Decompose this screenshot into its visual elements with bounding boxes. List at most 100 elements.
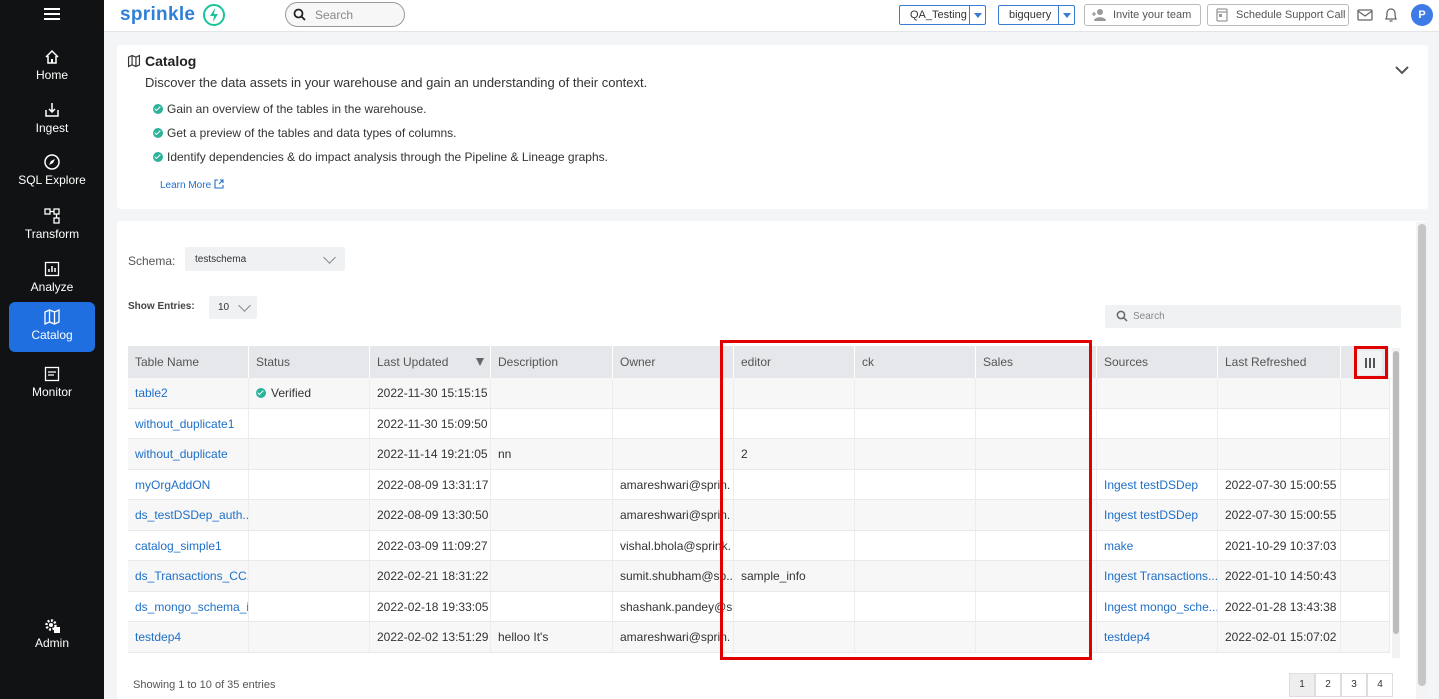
- schedule-support-call-button[interactable]: Schedule Support Call: [1207, 4, 1349, 26]
- chevron-down-icon: [969, 6, 985, 24]
- sidebar-item-catalog[interactable]: Catalog: [9, 302, 95, 352]
- cell-refreshed: 2022-01-28 13:43:38: [1218, 591, 1341, 622]
- cell-description: [491, 561, 613, 591]
- cell-name[interactable]: ds_mongo_schema_i...: [128, 591, 249, 622]
- learn-more-link[interactable]: Learn More: [160, 179, 224, 191]
- add-user-icon: [1092, 9, 1106, 21]
- cell-sources[interactable]: Ingest testDSDep: [1097, 500, 1218, 530]
- cell-refreshed: [1218, 439, 1341, 469]
- cell-updated: 2022-11-30 15:15:15: [370, 378, 491, 408]
- cell-sources[interactable]: Ingest Transactions...: [1097, 561, 1218, 591]
- cell-refreshed: [1218, 408, 1341, 439]
- cell-blank: [1341, 378, 1390, 408]
- sidebar-item-label: Home: [35, 68, 68, 82]
- feature-bullet: Identify dependencies & do impact analys…: [153, 150, 608, 164]
- warehouse-dropdown[interactable]: bigquery: [998, 5, 1075, 25]
- invite-team-button[interactable]: Invite your team: [1084, 4, 1201, 26]
- page-button-2[interactable]: 2: [1315, 673, 1341, 697]
- column-header-last-updated[interactable]: Last Updated: [370, 346, 491, 378]
- sidebar-item-admin[interactable]: Admin: [9, 610, 95, 660]
- feature-bullet: Gain an overview of the tables in the wa…: [153, 102, 427, 116]
- calendar-icon: [1216, 8, 1228, 22]
- cell-name[interactable]: table2: [128, 378, 249, 408]
- lightning-bolt-icon[interactable]: [202, 3, 226, 27]
- schema-select[interactable]: testschema: [185, 247, 345, 271]
- global-search-input[interactable]: Search: [285, 2, 405, 27]
- table-scrollbar-thumb[interactable]: [1393, 351, 1399, 634]
- map-icon: [127, 54, 141, 68]
- page-button-4[interactable]: 4: [1367, 673, 1393, 697]
- cell-owner: shashank.pandey@s...: [613, 591, 734, 622]
- cell-updated: 2022-02-21 18:31:22: [370, 561, 491, 591]
- sidebar-item-sql-explore[interactable]: SQL Explore: [9, 147, 95, 197]
- sprinkle-logo[interactable]: sprinkle: [120, 4, 195, 26]
- cell-sources[interactable]: make: [1097, 530, 1218, 561]
- cell-name[interactable]: without_duplicate1: [128, 408, 249, 439]
- sidebar-item-transform[interactable]: Transform: [9, 201, 95, 251]
- column-header-status[interactable]: Status: [249, 346, 370, 378]
- table-scrollbar[interactable]: [1392, 348, 1400, 658]
- cell-description: [491, 408, 613, 439]
- cell-owner: [613, 408, 734, 439]
- cell-name[interactable]: myOrgAddON: [128, 469, 249, 500]
- sidebar-item-label: Catalog: [31, 328, 73, 342]
- sidebar-item-analyze[interactable]: Analyze: [9, 254, 95, 304]
- page-button-3[interactable]: 3: [1341, 673, 1367, 697]
- bell-icon[interactable]: [1382, 6, 1400, 24]
- hamburger-menu-icon[interactable]: [44, 8, 60, 22]
- cell-sources: [1097, 378, 1218, 408]
- cell-status: [249, 469, 370, 500]
- collapse-chevron-icon[interactable]: [1394, 63, 1410, 77]
- cell-name[interactable]: testdep4: [128, 622, 249, 652]
- page-button-1[interactable]: 1: [1289, 673, 1315, 697]
- cell-refreshed: 2022-01-10 14:50:43: [1218, 561, 1341, 591]
- cell-name[interactable]: ds_Transactions_CC...: [128, 561, 249, 591]
- cell-name[interactable]: without_duplicate: [128, 439, 249, 469]
- column-header-table-name[interactable]: Table Name: [128, 346, 249, 378]
- cell-sources: [1097, 439, 1218, 469]
- workspace-dropdown[interactable]: QA_Testing: [899, 5, 986, 25]
- cell-description: helloo It's: [491, 622, 613, 652]
- column-header-description[interactable]: Description: [491, 346, 613, 378]
- cell-status: Verified: [249, 378, 370, 408]
- sidebar-item-label: Monitor: [31, 385, 72, 399]
- sidebar: Home Ingest SQL Explore Transform Analyz…: [0, 0, 104, 699]
- page-title: Catalog: [145, 53, 197, 69]
- column-header-owner[interactable]: Owner: [613, 346, 734, 378]
- check-circle-icon: [153, 104, 163, 114]
- cell-status: [249, 439, 370, 469]
- admin-gear-icon: [45, 619, 60, 633]
- sidebar-item-ingest[interactable]: Ingest: [9, 95, 95, 145]
- page-scrollbar[interactable]: [1416, 222, 1428, 699]
- mail-icon[interactable]: [1356, 6, 1374, 24]
- check-circle-icon: [153, 128, 163, 138]
- map-icon: [44, 308, 60, 326]
- cell-owner: vishal.bhola@sprink.: [613, 530, 734, 561]
- cell-owner: [613, 378, 734, 408]
- column-header-last-refreshed[interactable]: Last Refreshed: [1218, 346, 1341, 378]
- cell-sources[interactable]: Ingest mongo_sche...: [1097, 591, 1218, 622]
- cell-blank: [1341, 439, 1390, 469]
- table-search-input[interactable]: Search: [1105, 305, 1401, 328]
- cell-name[interactable]: catalog_simple1: [128, 530, 249, 561]
- user-avatar[interactable]: P: [1411, 4, 1433, 26]
- cell-sources[interactable]: Ingest testDSDep: [1097, 469, 1218, 500]
- cell-blank: [1341, 530, 1390, 561]
- sidebar-item-monitor[interactable]: Monitor: [9, 359, 95, 409]
- cell-refreshed: 2022-07-30 15:00:55: [1218, 469, 1341, 500]
- home-icon: [45, 49, 59, 64]
- entries-select[interactable]: 10: [209, 296, 257, 319]
- search-icon: [1116, 310, 1128, 322]
- cell-owner: sumit.shubham@sp...: [613, 561, 734, 591]
- ingest-icon: [45, 103, 59, 117]
- cell-blank: [1341, 469, 1390, 500]
- sidebar-item-home[interactable]: Home: [9, 42, 95, 92]
- compass-icon: [44, 154, 60, 170]
- cell-name[interactable]: ds_testDSDep_auth...: [128, 500, 249, 530]
- cell-sources[interactable]: testdep4: [1097, 622, 1218, 652]
- cell-updated: 2022-08-09 13:31:17: [370, 469, 491, 500]
- page-scrollbar-thumb[interactable]: [1418, 224, 1426, 686]
- sort-desc-icon[interactable]: [476, 358, 484, 366]
- column-header-sources[interactable]: Sources: [1097, 346, 1218, 378]
- catalog-info-card: Catalog Discover the data assets in your…: [117, 45, 1428, 209]
